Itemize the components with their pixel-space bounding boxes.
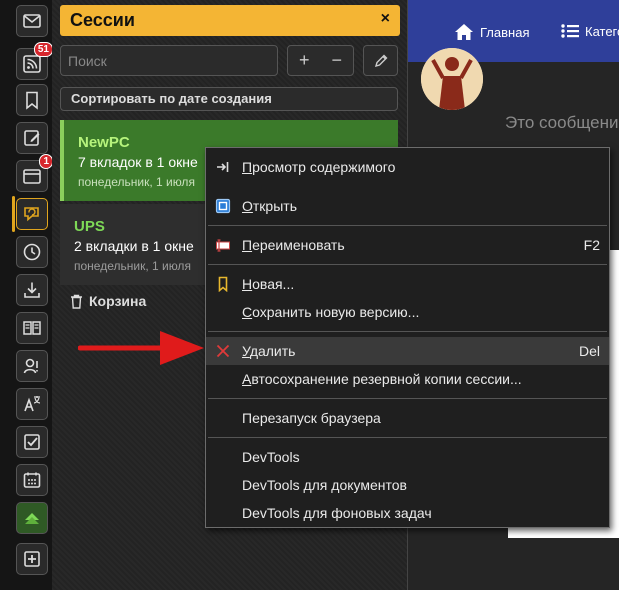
panel-icon-bar: 51 1 bbox=[0, 0, 53, 590]
session-tabs-count: 7 вкладок в 1 окне bbox=[78, 154, 198, 170]
menu-item-label: Новая... bbox=[242, 276, 295, 292]
session-date: понедельник, 1 июля bbox=[74, 259, 191, 273]
zoom-buttons: + − bbox=[287, 45, 354, 76]
menu-item-label: DevTools bbox=[242, 449, 300, 465]
trash-label: Корзина bbox=[89, 293, 147, 309]
menu-separator bbox=[208, 398, 607, 399]
calendar-icon bbox=[23, 472, 41, 488]
add-panel-icon bbox=[24, 551, 40, 567]
calendar-panel-button[interactable] bbox=[16, 464, 48, 496]
avatar-figure bbox=[421, 48, 483, 110]
session-name: NewPC bbox=[78, 134, 130, 151]
add-panel-button[interactable] bbox=[16, 543, 48, 575]
rename-icon bbox=[215, 237, 231, 253]
sort-button[interactable]: Сортировать по дате создания bbox=[60, 87, 398, 111]
home-icon bbox=[455, 24, 473, 40]
menu-item-devtools[interactable]: DevTools bbox=[206, 443, 609, 471]
context-menu: Просмотр содержимого Открыть Переименова… bbox=[205, 147, 610, 528]
menu-item-label: DevTools для фоновых задач bbox=[242, 505, 432, 521]
menu-shortcut: F2 bbox=[583, 237, 600, 253]
downloads-icon bbox=[24, 282, 40, 298]
downloads-panel-button[interactable] bbox=[16, 274, 48, 306]
menu-separator bbox=[208, 225, 607, 226]
nav-categories-link[interactable]: Категории bbox=[561, 23, 619, 39]
bookmark-icon bbox=[26, 91, 38, 110]
delete-icon bbox=[215, 343, 231, 359]
menu-separator bbox=[208, 331, 607, 332]
notes-panel-button[interactable] bbox=[16, 122, 48, 154]
sessions-icon bbox=[24, 207, 39, 222]
close-panel-button[interactable]: × bbox=[381, 10, 390, 28]
menu-item-autosave[interactable]: Автосохранение резервной копии сессии... bbox=[206, 365, 609, 393]
trash-item[interactable]: Корзина bbox=[70, 293, 146, 309]
open-window-icon bbox=[215, 198, 231, 214]
content-text: Это сообщение bbox=[505, 113, 619, 132]
search-input[interactable] bbox=[60, 45, 278, 76]
panel-header: Сессии × bbox=[60, 5, 400, 36]
menu-item-label: Удалить bbox=[242, 343, 296, 359]
unread-badge: 51 bbox=[33, 42, 53, 57]
plus-button[interactable]: + bbox=[288, 46, 321, 75]
menu-separator bbox=[208, 437, 607, 438]
menu-item-delete[interactable]: Удалить Del bbox=[206, 337, 609, 365]
notes-icon bbox=[24, 130, 40, 146]
menu-item-label: Просмотр содержимого bbox=[242, 159, 396, 175]
tasks-icon bbox=[24, 434, 40, 450]
history-icon bbox=[23, 243, 41, 261]
feeds-panel-button[interactable]: 51 bbox=[16, 42, 53, 80]
tasks-panel-button[interactable] bbox=[16, 426, 48, 458]
menu-separator bbox=[208, 264, 607, 265]
new-bookmark-icon bbox=[215, 276, 231, 292]
open-content-icon bbox=[215, 159, 231, 175]
minus-button[interactable]: − bbox=[321, 46, 354, 75]
feed-up-icon bbox=[25, 513, 39, 524]
nav-categories-label: Категории bbox=[585, 23, 619, 39]
menu-item-label: DevTools для документов bbox=[242, 477, 407, 493]
contacts-panel-button[interactable] bbox=[16, 350, 48, 382]
app-window: 51 1 Сессии × Поиск + − Сортировать по д… bbox=[0, 0, 619, 590]
reader-icon bbox=[23, 321, 41, 335]
menu-item-devtools-documents[interactable]: DevTools для документов bbox=[206, 471, 609, 499]
reader-panel-button[interactable] bbox=[16, 312, 48, 344]
translate-panel-button[interactable] bbox=[16, 388, 48, 420]
sessions-panel-button[interactable] bbox=[16, 198, 48, 230]
nav-home-label: Главная bbox=[480, 24, 530, 40]
trash-icon bbox=[71, 294, 82, 309]
edit-button[interactable] bbox=[363, 45, 398, 76]
mail-icon bbox=[23, 14, 41, 28]
active-panel-marker bbox=[12, 196, 15, 232]
feed-up-panel-button[interactable] bbox=[16, 502, 48, 534]
rss-icon bbox=[23, 55, 41, 73]
list-icon bbox=[561, 24, 579, 38]
session-name: UPS bbox=[74, 218, 105, 235]
nav-home-link[interactable]: Главная bbox=[454, 23, 529, 41]
avatar bbox=[421, 48, 483, 110]
menu-shortcut: Del bbox=[578, 343, 600, 359]
window-icon bbox=[23, 169, 41, 184]
history-panel-button[interactable] bbox=[16, 236, 48, 268]
menu-item-label: Автосохранение резервной копии сессии... bbox=[242, 371, 522, 387]
contacts-icon bbox=[23, 358, 38, 374]
menu-item-new[interactable]: Новая... bbox=[206, 270, 609, 298]
mail-panel-button[interactable] bbox=[16, 5, 48, 37]
menu-item-rename[interactable]: Переименовать F2 bbox=[206, 231, 609, 259]
menu-item-save-version[interactable]: Сохранить новую версию... bbox=[206, 298, 609, 326]
menu-item-label: Сохранить новую версию... bbox=[242, 304, 420, 320]
panel-title: Сессии bbox=[70, 10, 135, 30]
menu-item-label: Перезапуск браузера bbox=[242, 410, 381, 426]
menu-item-label: Переименовать bbox=[242, 237, 345, 253]
menu-item-restart-browser[interactable]: Перезапуск браузера bbox=[206, 404, 609, 432]
menu-item-label: Открыть bbox=[242, 198, 297, 214]
bookmarks-panel-button[interactable] bbox=[16, 84, 48, 116]
annotation-arrow bbox=[78, 331, 204, 365]
menu-item-view-contents[interactable]: Просмотр содержимого bbox=[206, 153, 609, 181]
session-tabs-count: 2 вкладки в 1 окне bbox=[74, 238, 194, 254]
menu-item-devtools-background[interactable]: DevTools для фоновых задач bbox=[206, 499, 609, 527]
session-date: понедельник, 1 июля bbox=[78, 175, 195, 189]
pencil-icon bbox=[374, 54, 387, 67]
menu-item-open[interactable]: Открыть bbox=[206, 192, 609, 220]
window-panel-button[interactable]: 1 bbox=[16, 154, 53, 192]
window-badge: 1 bbox=[39, 154, 53, 169]
translate-icon bbox=[24, 396, 41, 412]
